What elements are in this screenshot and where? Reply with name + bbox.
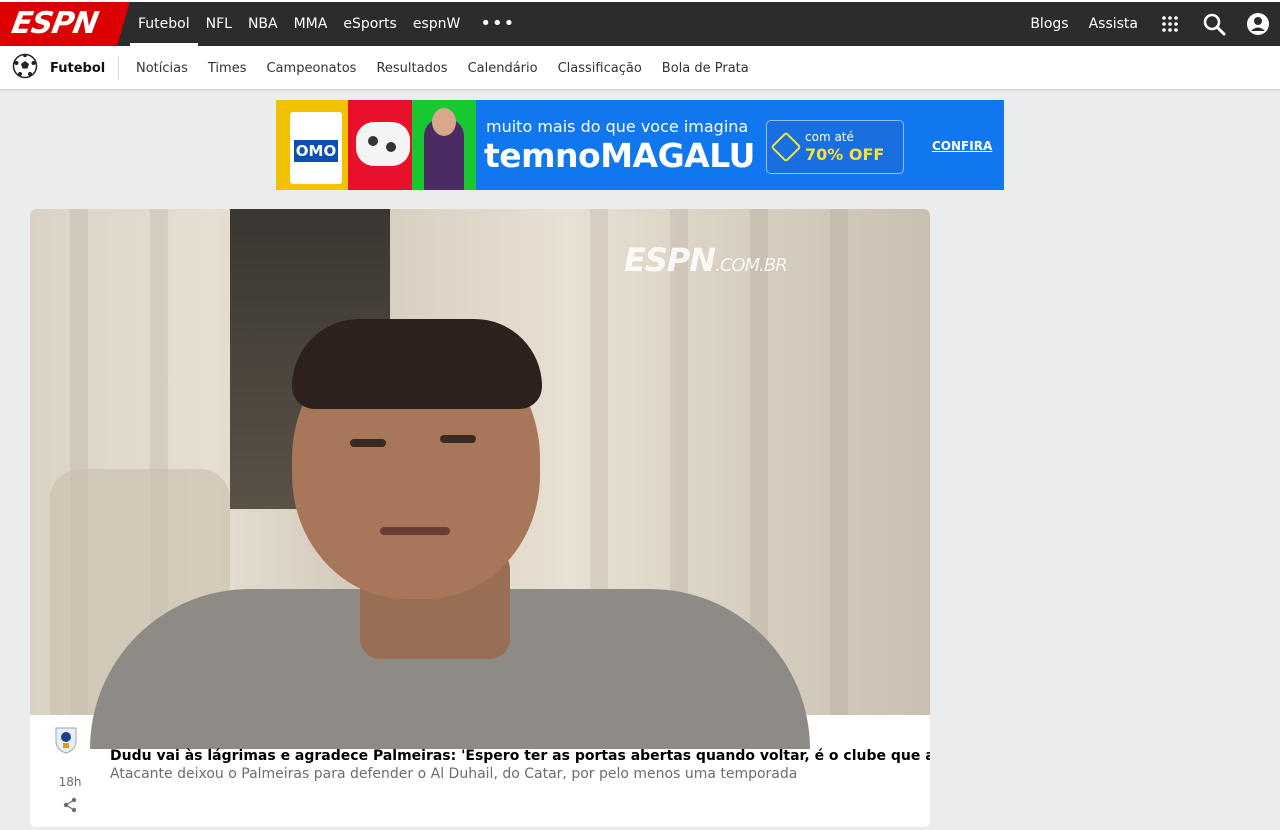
article-card[interactable]: ESPN.COM.BR 18h Brasileirão – Série A Du… (30, 209, 930, 827)
nav-item-futebol[interactable]: Futebol (130, 2, 198, 46)
ad-banner[interactable]: OMO muito mais do que voce imagina temno… (276, 100, 1004, 190)
top-navigation: ESPN Futebol NFL NBA MMA eSports espnW •… (0, 0, 1280, 46)
search-icon[interactable] (1192, 2, 1236, 46)
subnav-item-resultados[interactable]: Resultados (366, 61, 457, 76)
divider (118, 56, 119, 80)
share-icon[interactable] (62, 797, 78, 813)
price-tag-icon (770, 131, 802, 163)
ad-brand-line: temnoMAGALU (484, 136, 755, 175)
soccer-ball-icon (12, 53, 38, 83)
profile-icon[interactable] (1236, 2, 1280, 46)
sport-name: Futebol (50, 60, 106, 76)
nav-link-assista[interactable]: Assista (1079, 16, 1148, 32)
ad-product-label: OMO (294, 140, 338, 162)
brasileirao-logo-icon[interactable] (52, 725, 80, 755)
nav-item-nfl[interactable]: NFL (198, 2, 240, 46)
subnav-item-times[interactable]: Times (198, 61, 257, 76)
apps-grid-icon[interactable] (1148, 2, 1192, 46)
subnav-item-campeonatos[interactable]: Campeonatos (256, 61, 366, 76)
section-nav: Notícias Times Campeonatos Resultados Ca… (126, 46, 759, 90)
video-thumbnail[interactable]: ESPN.COM.BR (30, 209, 930, 749)
subnav-item-bola-de-prata[interactable]: Bola de Prata (652, 61, 759, 76)
sub-navigation: Futebol Notícias Times Campeonatos Resul… (0, 46, 1280, 90)
article-summary: Atacante deixou o Palmeiras para defende… (110, 766, 798, 782)
nav-item-nba[interactable]: NBA (240, 2, 286, 46)
espn-logo[interactable]: ESPN (0, 2, 130, 46)
game-controller-image (356, 122, 410, 166)
sport-nav: Futebol NFL NBA MMA eSports espnW ••• (130, 2, 527, 46)
subnav-item-noticias[interactable]: Notícias (126, 61, 198, 76)
espn-watermark: ESPN.COM.BR (624, 241, 788, 279)
nav-link-blogs[interactable]: Blogs (1020, 16, 1078, 32)
article-category[interactable]: Brasileirão – Série A (110, 728, 230, 742)
ad-tagline: muito mais do que voce imagina (486, 117, 749, 136)
nav-item-esports[interactable]: eSports (335, 2, 405, 46)
top-nav-right: Blogs Assista (1020, 2, 1280, 46)
nav-item-mma[interactable]: MMA (286, 2, 336, 46)
sport-header[interactable]: Futebol (12, 53, 106, 83)
more-menu-button[interactable]: ••• (468, 2, 527, 46)
article-headline[interactable]: Dudu vai às lágrimas e agradece Palmeira… (110, 748, 930, 764)
ad-discount-badge: com até 70% OFF (766, 120, 904, 174)
subnav-item-classificacao[interactable]: Classificação (548, 61, 652, 76)
subnav-item-calendario[interactable]: Calendário (458, 61, 548, 76)
nav-item-espnw[interactable]: espnW (405, 2, 469, 46)
ad-cta-link[interactable]: CONFIRA (932, 139, 992, 153)
timestamp: 18h (58, 775, 82, 789)
